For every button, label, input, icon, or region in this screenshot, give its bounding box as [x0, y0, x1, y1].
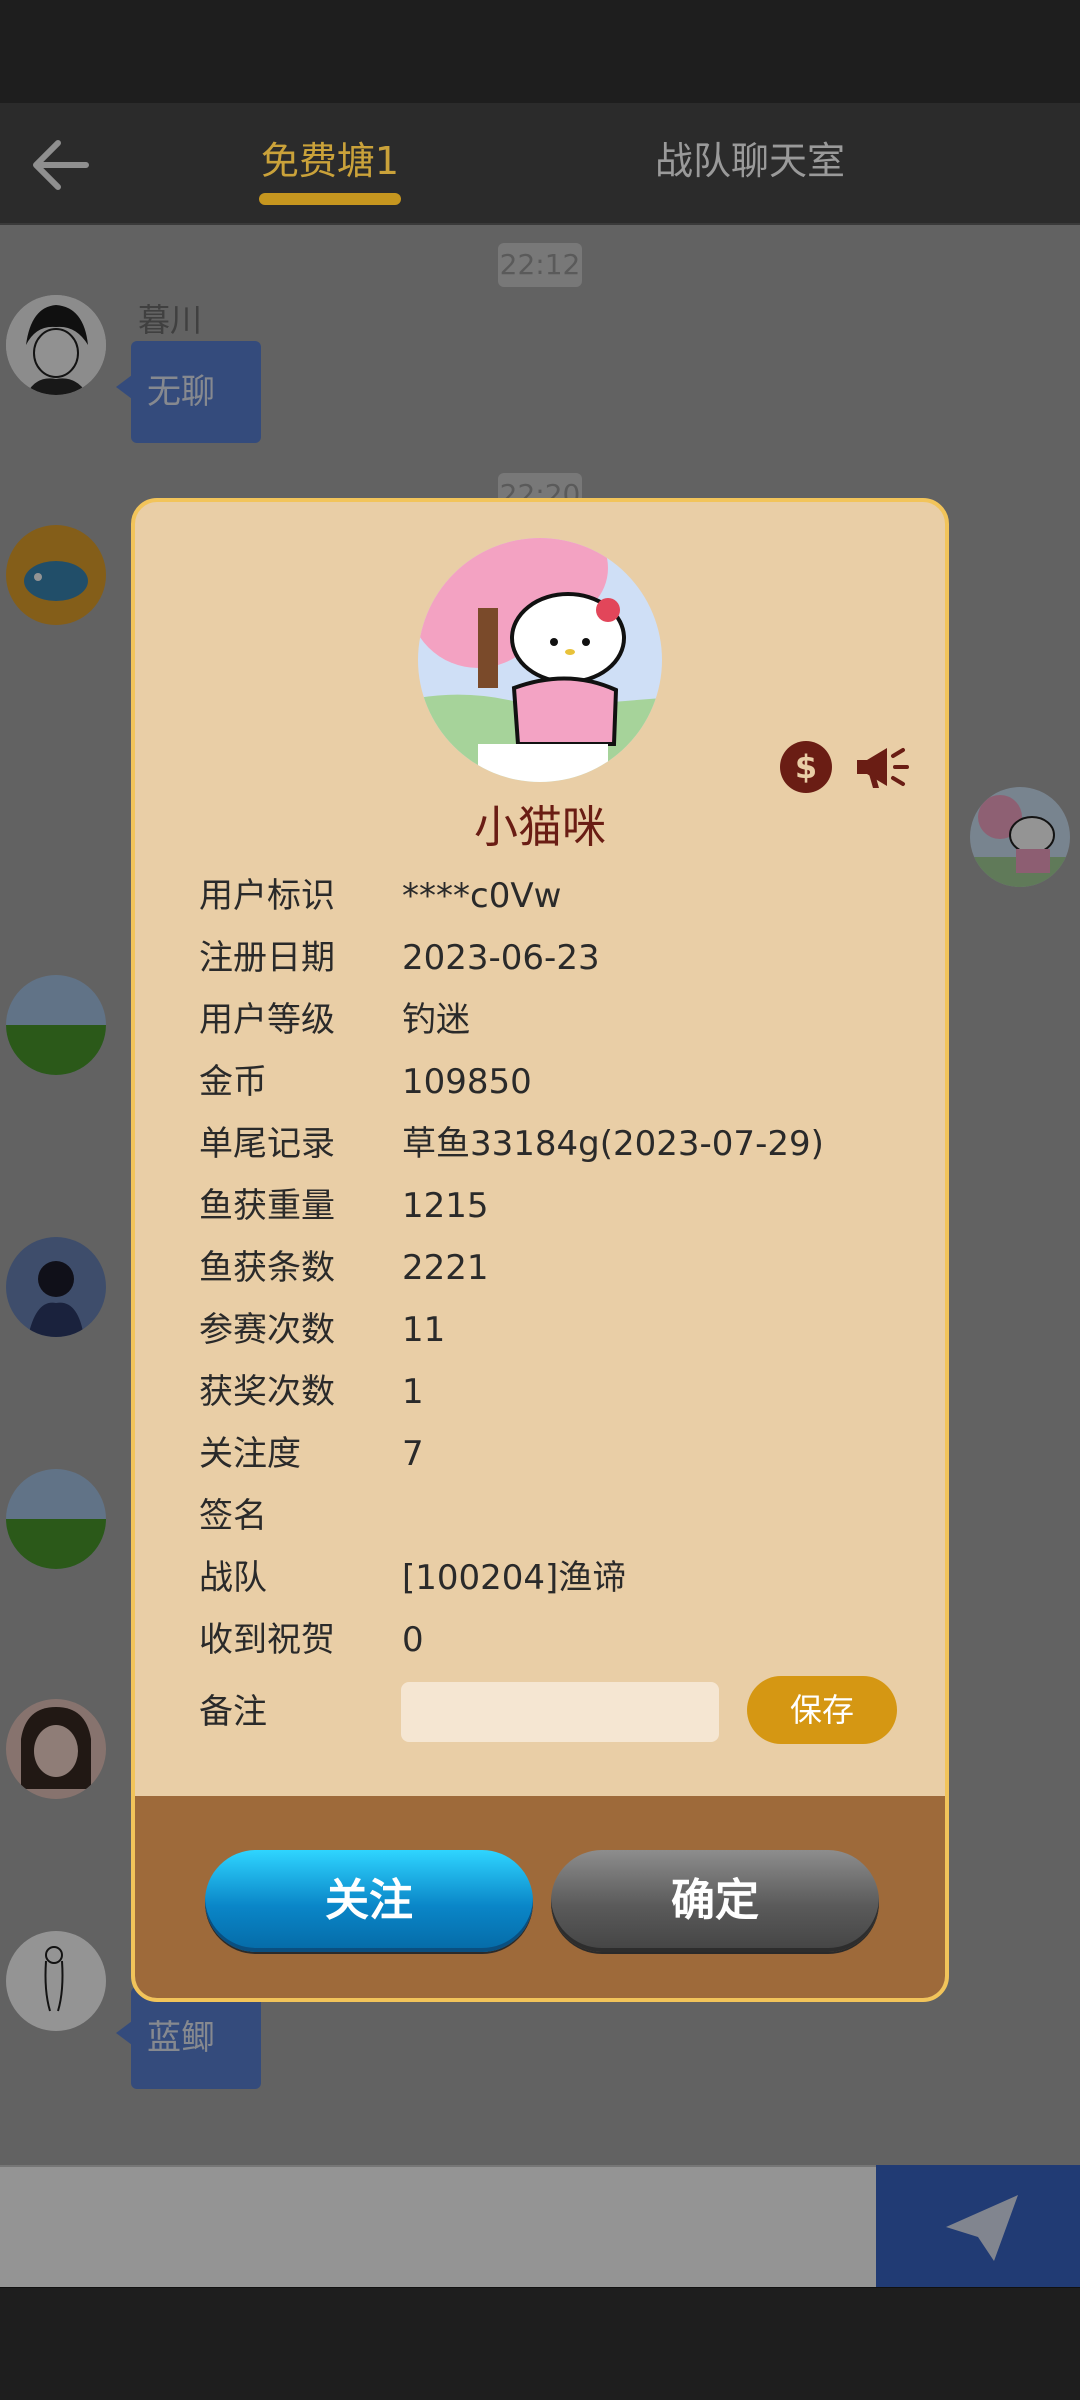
info-label: 金币 [199, 1062, 267, 1102]
info-label: 收到祝贺 [199, 1620, 335, 1660]
remark-input[interactable] [401, 1682, 719, 1742]
info-value: 109850 [402, 1062, 532, 1102]
info-value: 2221 [402, 1248, 489, 1288]
svg-text:$: $ [795, 748, 817, 786]
user-nickname: 小猫咪 [474, 802, 606, 853]
confirm-button[interactable]: 确定 [551, 1850, 879, 1952]
remark-label: 备注 [199, 1692, 267, 1732]
info-value: ****c0Vw [402, 876, 562, 916]
info-row-catch-weight: 鱼获重量 1215 [199, 1178, 899, 1234]
info-row-coins: 金币 109850 [199, 1054, 899, 1110]
info-row-single-record: 单尾记录 草鱼33184g(2023-07-29) [199, 1116, 899, 1172]
info-label: 注册日期 [199, 938, 335, 978]
info-label: 签名 [199, 1496, 267, 1536]
top-bar: 免费塘1 战队聊天室 [0, 103, 1080, 225]
info-label: 战队 [199, 1558, 267, 1598]
info-label: 关注度 [199, 1434, 301, 1474]
info-row-user-id: 用户标识 ****c0Vw [199, 868, 899, 924]
info-value: 11 [402, 1310, 446, 1350]
info-label: 参赛次数 [199, 1310, 335, 1350]
info-label: 用户等级 [199, 1000, 335, 1040]
info-value: 2023-06-23 [402, 938, 600, 978]
status-bar [0, 0, 1080, 103]
info-row-team: 战队 [100204]渔谛 [199, 1550, 899, 1606]
info-label: 获奖次数 [199, 1372, 335, 1412]
profile-avatar [418, 538, 662, 782]
info-row-user-level: 用户等级 钓迷 [199, 992, 899, 1048]
info-value: 钓迷 [402, 1000, 470, 1040]
info-row-register-date: 注册日期 2023-06-23 [199, 930, 899, 986]
info-label: 单尾记录 [199, 1124, 335, 1164]
info-label: 用户标识 [199, 876, 335, 916]
megaphone-icon[interactable] [853, 742, 909, 792]
coin-icon[interactable]: $ [779, 740, 833, 794]
info-label: 鱼获重量 [199, 1186, 335, 1226]
info-row-catch-count: 鱼获条数 2221 [199, 1240, 899, 1296]
info-row-award-count: 获奖次数 1 [199, 1364, 899, 1420]
user-profile-dialog: $ 小猫咪 用户标识 ****c0Vw 注册日期 2023-06-23 用户等级… [131, 498, 949, 2002]
info-row-signature: 签名 [199, 1488, 899, 1544]
active-tab-indicator [259, 193, 401, 205]
save-button[interactable]: 保存 [747, 1676, 897, 1744]
tab-free-pond[interactable]: 免费塘1 [230, 131, 430, 191]
info-value: 1 [402, 1372, 424, 1412]
info-row-match-count: 参赛次数 11 [199, 1302, 899, 1358]
info-value: 7 [402, 1434, 424, 1474]
follow-button[interactable]: 关注 [205, 1850, 533, 1952]
navigation-bar [0, 2288, 1080, 2400]
back-arrow-icon[interactable] [24, 127, 100, 203]
info-value: 草鱼33184g(2023-07-29) [402, 1124, 824, 1164]
info-row-congrats: 收到祝贺 0 [199, 1612, 899, 1668]
info-row-popularity: 关注度 7 [199, 1426, 899, 1482]
tab-team-chat[interactable]: 战队聊天室 [620, 131, 880, 191]
info-value: 1215 [402, 1186, 489, 1226]
info-value: 0 [402, 1620, 424, 1660]
info-label: 鱼获条数 [199, 1248, 335, 1288]
info-value: [100204]渔谛 [402, 1558, 627, 1598]
